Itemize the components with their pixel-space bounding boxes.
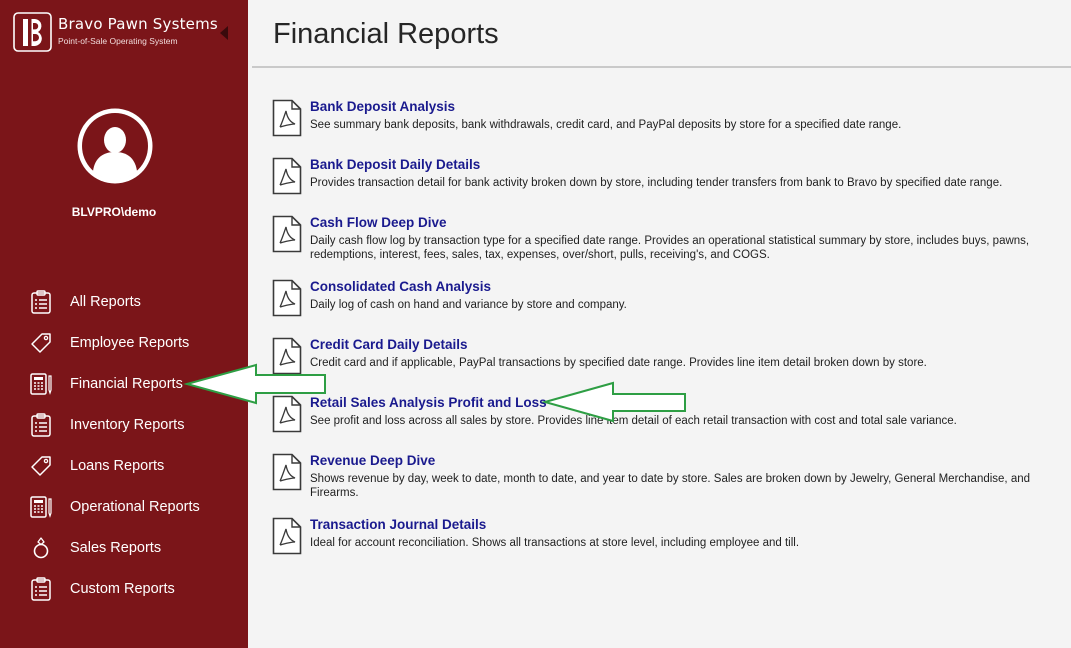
username: BLVPRO\demo [71,205,157,219]
pdf-icon[interactable] [272,99,302,137]
tag-icon [28,453,54,479]
pdf-icon[interactable] [272,395,302,433]
report-title-link[interactable]: Cash Flow Deep Dive [310,215,447,230]
clipboard-list-icon [28,289,54,315]
report-description: Credit card and if applicable, PayPal tr… [310,357,927,369]
report-description: See profit and loss across all sales by … [310,415,957,427]
nav-label: Operational Reports [70,499,200,515]
nav-label: Sales Reports [70,540,162,556]
ring-icon [28,535,54,561]
report-title-link[interactable]: Retail Sales Analysis Profit and Loss [310,395,547,410]
sidebar: Bravo Pawn Systems Point-of-Sale Operati… [0,0,248,648]
brand-name: Bravo Pawn Systems [58,15,218,33]
report-title-link[interactable]: Bank Deposit Analysis [310,99,455,114]
nav-label: Inventory Reports [70,417,185,433]
pdf-icon[interactable] [272,517,302,555]
pdf-icon[interactable] [272,215,302,253]
calculator-icon [28,371,54,397]
report-description: Ideal for account reconciliation. Shows … [310,537,800,549]
nav-item-custom-reports[interactable]: Custom Reports [28,574,238,604]
main-content: Financial Reports Bank Deposit Analysis … [248,0,1071,648]
calculator-icon [28,494,54,520]
nav-item-all-reports[interactable]: All Reports [28,287,238,317]
report-title-link[interactable]: Revenue Deep Dive [310,453,435,468]
tag-icon [28,330,54,356]
nav-label: All Reports [70,294,141,310]
pdf-icon[interactable] [272,453,302,491]
report-title-link[interactable]: Credit Card Daily Details [310,337,468,352]
report-description: Daily cash flow log by transaction type … [310,235,1030,261]
nav-item-operational-reports[interactable]: Operational Reports [28,492,238,522]
clipboard-list-icon [28,576,54,602]
bravo-logo-icon[interactable] [13,12,52,52]
report-description: Daily log of cash on hand and variance b… [310,299,627,311]
report-title-link[interactable]: Consolidated Cash Analysis [310,279,491,294]
pdf-icon[interactable] [272,337,302,375]
title-divider [252,66,1071,68]
clipboard-list-icon [28,412,54,438]
nav-item-sales-reports[interactable]: Sales Reports [28,533,238,563]
user-avatar-icon [77,108,153,184]
report-title-link[interactable]: Bank Deposit Daily Details [310,157,480,172]
nav-label: Financial Reports [70,376,183,392]
brand-tagline: Point-of-Sale Operating System [58,36,178,46]
pdf-icon[interactable] [272,157,302,195]
report-description: Provides transaction detail for bank act… [310,177,1003,189]
nav-item-inventory-reports[interactable]: Inventory Reports [28,410,238,440]
nav-item-employee-reports[interactable]: Employee Reports [28,328,238,358]
nav-label: Custom Reports [70,581,175,597]
report-description: Shows revenue by day, week to date, mont… [310,473,1031,499]
collapse-sidebar-icon[interactable] [219,25,229,41]
report-description: See summary bank deposits, bank withdraw… [310,119,902,131]
nav-label: Loans Reports [70,458,165,474]
pdf-icon[interactable] [272,279,302,317]
page-title: Financial Reports [273,18,499,50]
nav-item-financial-reports[interactable]: Financial Reports [28,369,238,399]
report-title-link[interactable]: Transaction Journal Details [310,517,486,532]
nav-item-loans-reports[interactable]: Loans Reports [28,451,238,481]
nav-label: Employee Reports [70,335,190,351]
